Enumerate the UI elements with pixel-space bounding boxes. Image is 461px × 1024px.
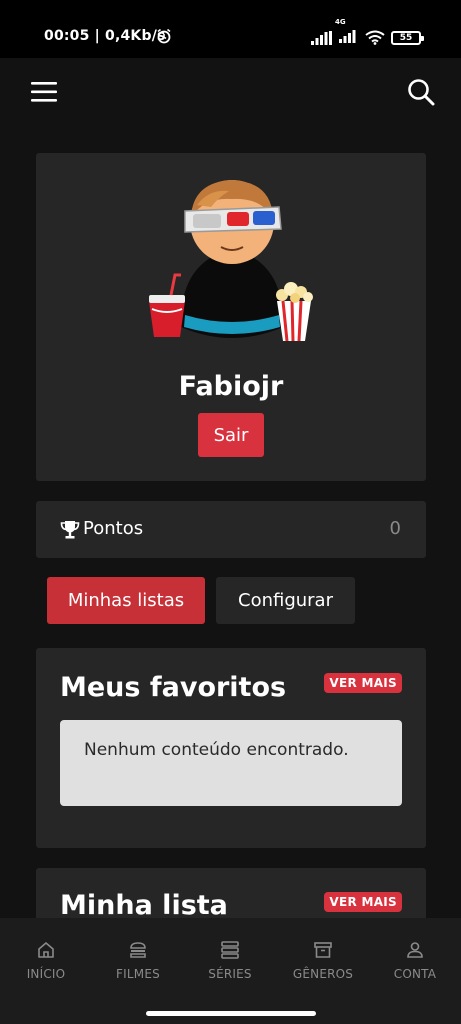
home-icon [38, 942, 54, 958]
nav-item-genres[interactable]: GÊNEROS [277, 940, 369, 981]
wifi-icon [365, 30, 385, 45]
profile-card: Fabiojr Sair [36, 153, 426, 481]
points-card: Pontos 0 [36, 501, 426, 558]
nav-item-home[interactable]: INÍCIO [0, 940, 92, 981]
series-icon [221, 941, 239, 959]
logout-button[interactable]: Sair [198, 413, 264, 457]
hamburger-menu-icon[interactable] [31, 81, 57, 103]
alarm-icon [157, 28, 171, 44]
points-label: Pontos [83, 518, 144, 539]
points-value: 0 [389, 518, 401, 539]
network-type: 4G [335, 18, 346, 26]
bottom-navigation: INÍCIO FILMES SÉRIES GÊNEROS CONTA [0, 918, 461, 1024]
status-indicators: 4G 55 [311, 18, 424, 47]
trophy-icon [60, 521, 80, 539]
film-icon [130, 942, 146, 958]
tab-my-lists[interactable]: Minhas listas [47, 577, 205, 624]
search-icon[interactable] [407, 78, 435, 106]
my-list-title: Minha lista [60, 890, 228, 921]
favorites-empty-message: Nenhum conteúdo encontrado. [60, 720, 402, 806]
battery-icon: 55 [391, 30, 424, 45]
movie-fan-avatar [149, 180, 313, 342]
favorites-section: Meus favoritos VER MAIS Nenhum conteúdo … [36, 648, 426, 848]
app-header [0, 58, 461, 128]
my-list-see-more-button[interactable]: VER MAIS [324, 892, 402, 912]
status-bar: 00:05 | 0,4Kb/s 4G 55 [0, 0, 461, 58]
favorites-see-more-button[interactable]: VER MAIS [324, 673, 402, 693]
nav-item-movies[interactable]: FILMES [92, 940, 184, 981]
nav-item-account[interactable]: CONTA [369, 940, 461, 981]
status-time: 00:05 | 0,4Kb/s [44, 28, 166, 44]
nav-label-movies: FILMES [116, 967, 160, 981]
home-indicator[interactable] [146, 1011, 316, 1016]
profile-username: Fabiojr [178, 371, 284, 402]
signal-icon [311, 30, 332, 45]
nav-label-account: CONTA [393, 967, 437, 981]
nav-label-genres: GÊNEROS [292, 967, 354, 981]
signal-icon-2 [339, 30, 356, 43]
nav-label-home: INÍCIO [26, 967, 66, 981]
user-icon [407, 942, 423, 958]
tab-settings[interactable]: Configurar [216, 577, 355, 624]
archive-icon [314, 942, 332, 958]
nav-label-series: SÉRIES [208, 967, 252, 981]
favorites-title: Meus favoritos [60, 672, 287, 703]
nav-item-series[interactable]: SÉRIES [184, 940, 276, 981]
battery-level: 55 [399, 32, 413, 43]
signal-4g-group: 4G [335, 18, 359, 47]
